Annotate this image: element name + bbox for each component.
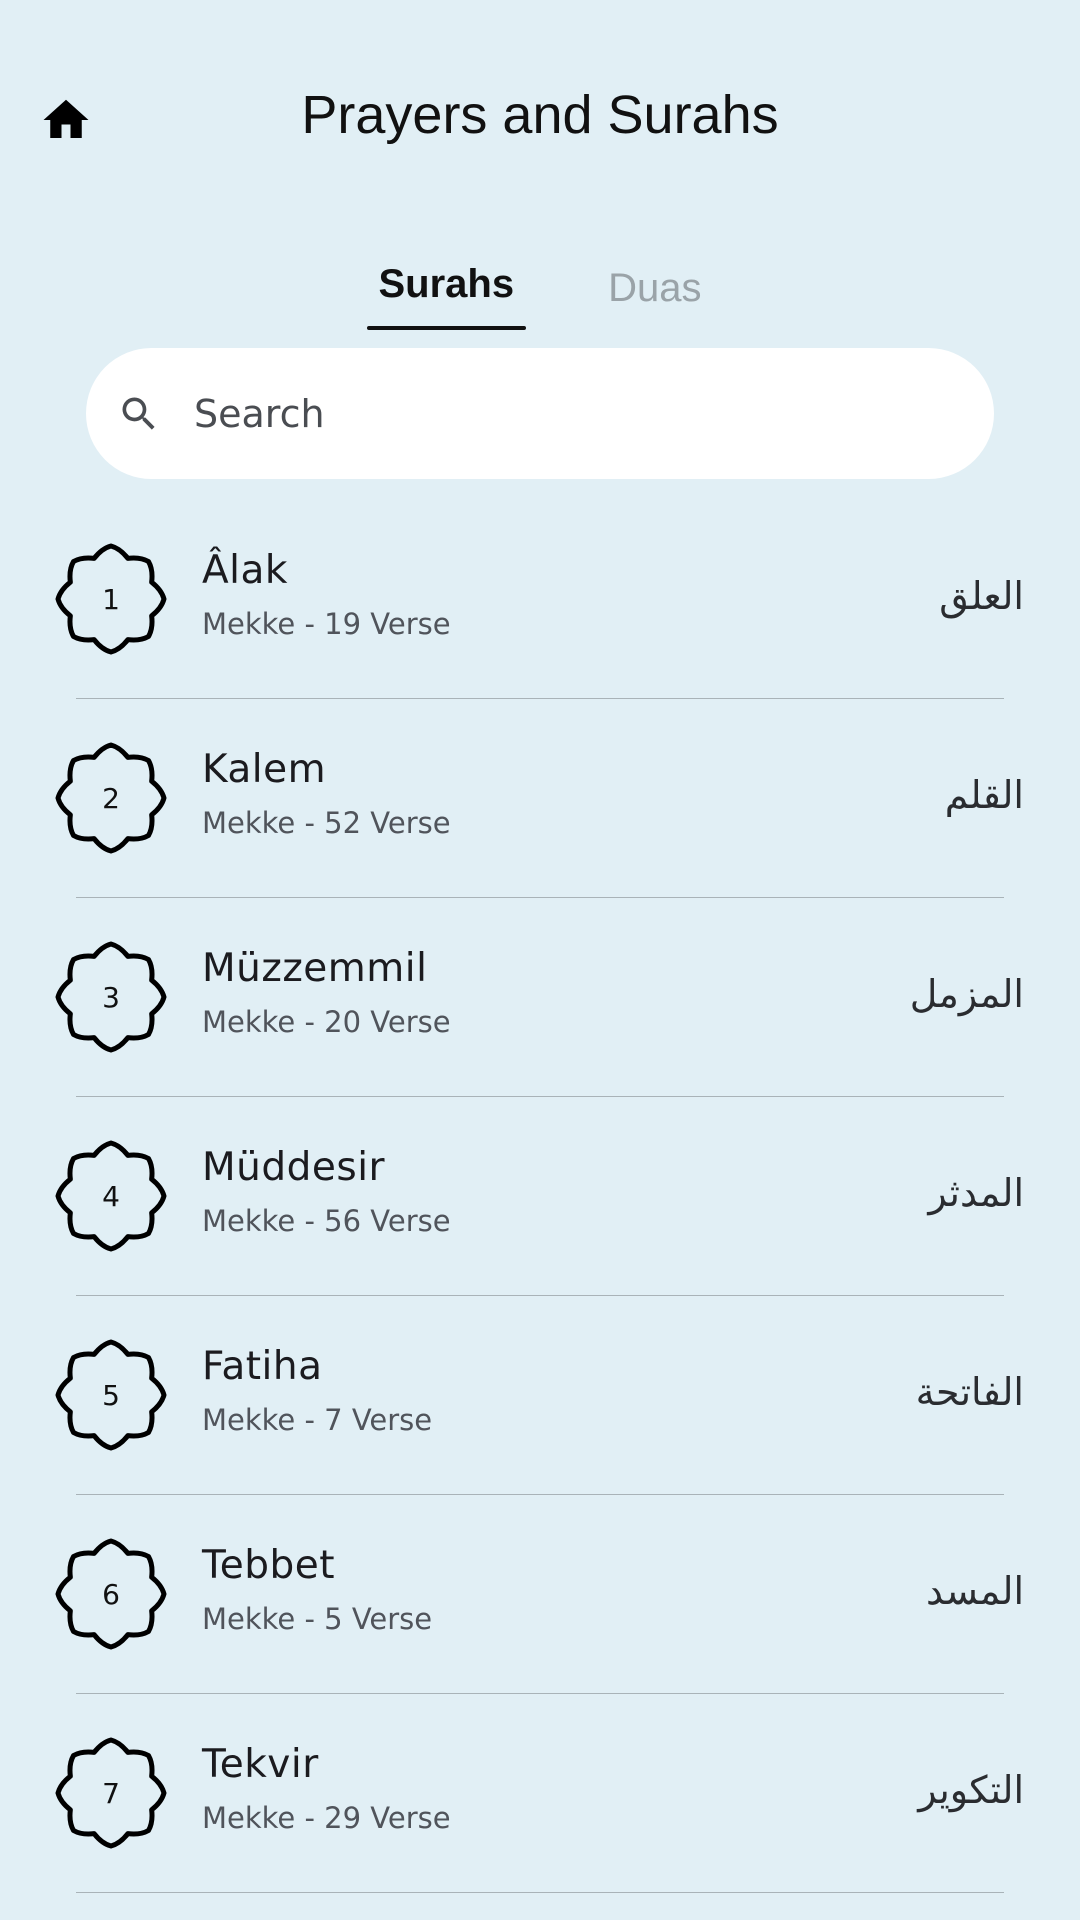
surah-arabic-name: العلق: [939, 574, 1024, 618]
surah-list-item[interactable]: 5 Fatiha Mekke - 7 Verse الفاتحة: [0, 1296, 1080, 1495]
surah-name: Tebbet: [202, 1543, 335, 1588]
surah-list-item[interactable]: 6 Tebbet Mekke - 5 Verse المسد: [0, 1495, 1080, 1694]
surah-number-badge: 6: [54, 1537, 168, 1651]
surah-arabic-name: المزمل: [909, 972, 1024, 1016]
surah-number: 6: [102, 1577, 120, 1611]
surah-meta: Mekke - 19 Verse: [202, 607, 451, 641]
surah-number: 2: [102, 781, 120, 815]
surah-arabic-name: الفاتحة: [915, 1370, 1024, 1414]
surah-arabic-name: القلم: [944, 773, 1024, 817]
surah-number: 7: [102, 1776, 120, 1810]
surah-arabic-name: التكوير: [918, 1768, 1024, 1812]
surah-arabic-name: المسد: [926, 1569, 1024, 1613]
surah-number-badge: 5: [54, 1338, 168, 1452]
surah-number-badge: 1: [54, 542, 168, 656]
surah-meta: Mekke - 52 Verse: [202, 806, 451, 840]
surah-name: Müzzemmil: [202, 946, 428, 991]
surah-meta: Mekke - 7 Verse: [202, 1403, 433, 1437]
surah-meta: Mekke - 5 Verse: [202, 1602, 433, 1636]
tab-surahs[interactable]: Surahs: [366, 256, 527, 330]
surah-name: Müddesir: [202, 1145, 386, 1190]
surah-number-badge: 2: [54, 741, 168, 855]
surah-number: 3: [102, 980, 120, 1014]
surah-name: Kalem: [202, 747, 327, 792]
surah-list-item[interactable]: 3 Müzzemmil Mekke - 20 Verse المزمل: [0, 898, 1080, 1097]
surah-list-item[interactable]: 1 Âlak Mekke - 19 Verse العلق: [0, 500, 1080, 699]
surah-number-badge: 4: [54, 1139, 168, 1253]
surah-number: 5: [102, 1378, 120, 1412]
surah-number-badge: 7: [54, 1736, 168, 1850]
tab-bar: Surahs Duas: [0, 256, 1080, 330]
surah-name: Âlak: [202, 548, 288, 593]
surah-list-item[interactable]: 4 Müddesir Mekke - 56 Verse المدثر: [0, 1097, 1080, 1296]
surah-name: Tekvir: [202, 1742, 319, 1787]
surah-meta: Mekke - 29 Verse: [202, 1801, 451, 1835]
surah-list-item[interactable]: 2 Kalem Mekke - 52 Verse القلم: [0, 699, 1080, 898]
search-bar[interactable]: [86, 348, 994, 479]
app-screen: Prayers and Surahs Surahs Duas 1 Âlak Me…: [0, 0, 1080, 1920]
surah-list-item[interactable]: 7 Tekvir Mekke - 29 Verse التكوير: [0, 1694, 1080, 1893]
surah-meta: Mekke - 20 Verse: [202, 1005, 451, 1039]
surah-name: Fatiha: [202, 1344, 323, 1389]
search-icon: [112, 387, 166, 441]
page-title: Prayers and Surahs: [301, 85, 779, 145]
search-input[interactable]: [192, 372, 956, 455]
surah-number-badge: 3: [54, 940, 168, 1054]
surah-number: 1: [102, 582, 120, 616]
surah-number: 4: [102, 1179, 120, 1213]
surah-meta: Mekke - 56 Verse: [202, 1204, 451, 1238]
app-header: Prayers and Surahs: [0, 0, 1080, 232]
tab-duas[interactable]: Duas: [596, 260, 713, 322]
surah-list: 1 Âlak Mekke - 19 Verse العلق 2 Kalem Me…: [0, 500, 1080, 1920]
surah-arabic-name: المدثر: [928, 1171, 1024, 1215]
list-divider: [76, 1891, 1004, 1893]
